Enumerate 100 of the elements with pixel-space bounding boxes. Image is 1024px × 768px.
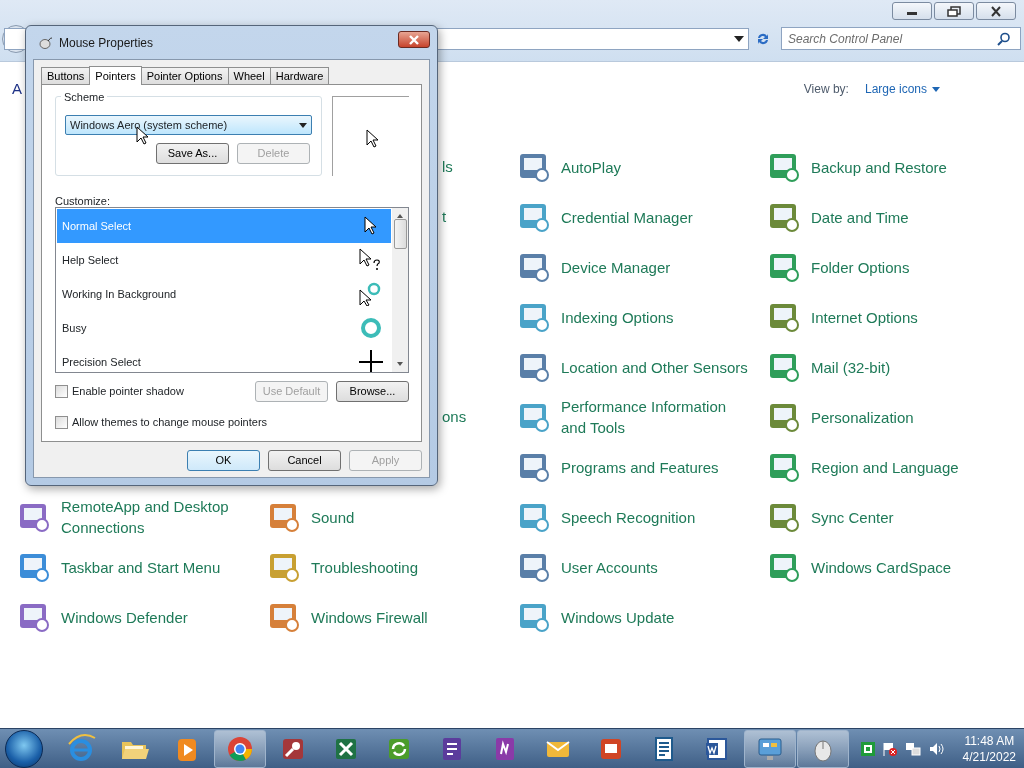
applet-icon[interactable]	[518, 301, 550, 333]
dropdown-arrow-icon	[734, 36, 744, 42]
applet-icon[interactable]	[18, 501, 50, 533]
applet-icon[interactable]	[518, 501, 550, 533]
tab[interactable]: Pointer Options	[140, 67, 229, 85]
close-icon	[990, 5, 1002, 17]
applet-link[interactable]: Device Manager	[561, 256, 671, 278]
tab[interactable]: Hardware	[269, 67, 330, 85]
scroll-down-icon[interactable]	[396, 362, 404, 367]
applet-icon[interactable]	[768, 401, 800, 433]
applet-icon[interactable]	[768, 301, 800, 333]
applet-link[interactable]: Location and Other Sensors	[561, 356, 748, 378]
busy-cursor-icon	[359, 282, 383, 306]
applet-link[interactable]: Speech Recognition	[561, 506, 696, 528]
applet-link[interactable]: Sound	[311, 506, 355, 528]
scheme-dropdown[interactable]: Windows Aero (system scheme)	[65, 115, 312, 135]
applet-link[interactable]: Personalization	[811, 406, 914, 428]
applet-icon[interactable]	[518, 151, 550, 183]
minimize-button[interactable]	[892, 2, 932, 20]
cursor-icon	[364, 216, 377, 236]
applet-link[interactable]: Credential Manager	[561, 206, 693, 228]
checkbox[interactable]: Enable pointer shadow	[55, 383, 184, 400]
tray-app-icon[interactable]	[860, 741, 875, 756]
ring-icon	[359, 316, 383, 340]
close-icon	[408, 34, 420, 45]
applet-link[interactable]: Windows CardSpace	[811, 556, 952, 578]
applet-link[interactable]: Sync Center	[811, 506, 894, 528]
applet-link[interactable]: ls	[442, 155, 453, 179]
list-item[interactable]: Working In Background	[57, 277, 391, 311]
applet-link[interactable]: Region and Language	[811, 456, 959, 478]
applet-icon[interactable]	[268, 601, 300, 633]
applet-link[interactable]: Performance Information and Tools	[561, 396, 751, 438]
applet-link[interactable]: Backup and Restore	[811, 156, 947, 178]
applet-link[interactable]: AutoPlay	[561, 156, 622, 178]
applet-icon[interactable]	[518, 401, 550, 433]
applet-link[interactable]: Date and Time	[811, 206, 909, 228]
network-icon[interactable]	[904, 740, 921, 757]
help-cursor-icon	[359, 248, 383, 272]
clock[interactable]: 11:48 AM 4/21/2022	[962, 732, 1016, 765]
checkbox[interactable]: Allow themes to change mouse pointers	[55, 414, 268, 431]
close-button[interactable]	[976, 2, 1016, 20]
applet-link[interactable]: Windows Firewall	[311, 606, 428, 628]
applet-icon[interactable]	[268, 501, 300, 533]
applet-icon[interactable]	[518, 451, 550, 483]
applet-icon[interactable]	[518, 351, 550, 383]
list-item[interactable]: Busy	[57, 311, 391, 345]
applet-link[interactable]: Indexing Options	[561, 306, 674, 328]
tab[interactable]: Wheel	[227, 67, 271, 85]
search-field[interactable]: Search Control Panel	[781, 27, 1021, 50]
applet-icon[interactable]	[518, 201, 550, 233]
applet-icon[interactable]	[18, 601, 50, 633]
applet-link[interactable]: Windows Update	[561, 606, 675, 628]
applet-icon[interactable]	[518, 251, 550, 283]
tab[interactable]: Pointers	[89, 66, 142, 85]
view-mode-link[interactable]: Large icons	[864, 80, 940, 98]
list-item[interactable]: Precision Select	[57, 345, 391, 372]
applet-link[interactable]: Windows Defender	[61, 606, 188, 628]
applet-icon[interactable]	[768, 451, 800, 483]
scroll-thumb[interactable]	[393, 219, 407, 249]
button[interactable]: Browse...	[336, 381, 409, 402]
applet-link[interactable]: Mail (32-bit)	[811, 356, 891, 378]
cursor-icon	[366, 129, 378, 148]
applet-link[interactable]: User Accounts	[561, 556, 658, 578]
applet-icon[interactable]	[768, 551, 800, 583]
applet-link[interactable]: Troubleshooting	[311, 556, 418, 578]
tab[interactable]: Buttons	[41, 67, 91, 85]
applet-icon[interactable]	[768, 351, 800, 383]
applet-icon[interactable]	[768, 251, 800, 283]
applet-icon[interactable]	[268, 551, 300, 583]
restore-button[interactable]	[934, 2, 974, 20]
page-heading: A	[12, 79, 22, 99]
applet-icon[interactable]	[768, 201, 800, 233]
dropdown-arrow-icon	[299, 122, 307, 128]
list-item[interactable]: Help Select	[57, 243, 391, 277]
customize-label: Customize:	[55, 194, 112, 206]
applet-link[interactable]: t	[442, 205, 447, 229]
start-button[interactable]	[5, 729, 43, 768]
applet-link[interactable]: Programs and Features	[561, 456, 719, 478]
applet-link[interactable]: Taskbar and Start Menu	[61, 556, 221, 578]
applet-link[interactable]: Internet Options	[811, 306, 918, 328]
dropdown-arrow-icon	[932, 86, 940, 92]
applet-link[interactable]: Folder Options	[811, 256, 910, 278]
applet-icon[interactable]	[768, 151, 800, 183]
applet-icon[interactable]	[18, 551, 50, 583]
applet-icon[interactable]	[768, 501, 800, 533]
applet-link[interactable]: ons	[442, 405, 467, 429]
taskbar-button[interactable]	[797, 729, 849, 768]
applet-link[interactable]: RemoteApp and Desktop Connections	[61, 496, 251, 538]
flag-icon[interactable]	[881, 740, 898, 757]
scrollbar[interactable]	[392, 208, 408, 372]
list-item[interactable]: Normal Select	[57, 209, 391, 243]
applet-icon[interactable]	[518, 601, 550, 633]
button[interactable]: Cancel	[268, 450, 341, 471]
crosshair-icon	[359, 350, 383, 372]
mouse-icon	[37, 35, 53, 50]
close-button[interactable]	[398, 31, 430, 48]
button[interactable]: OK	[187, 450, 260, 471]
applet-icon[interactable]	[518, 551, 550, 583]
view-by-label: View by:	[803, 81, 849, 98]
button[interactable]: Save As...	[156, 143, 229, 164]
